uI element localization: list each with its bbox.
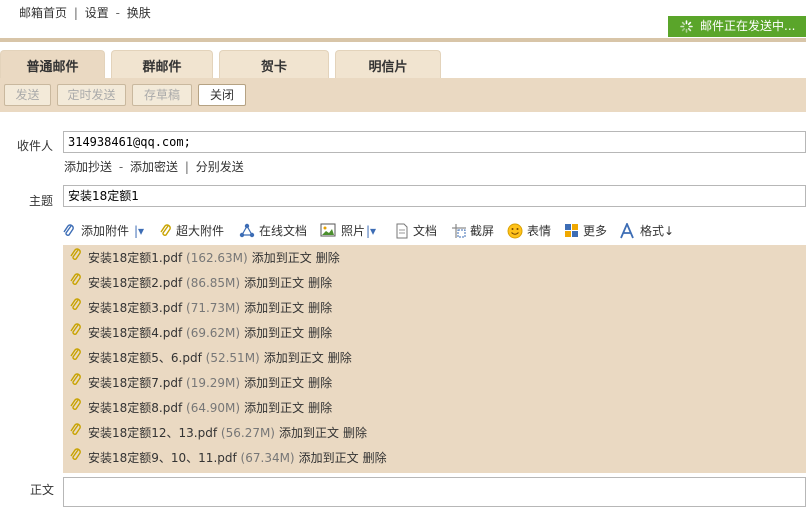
top-links: 邮箱首页 | 设置 - 换肤 [19,4,151,21]
attachment-name: 安装18定额1.pdf [88,251,183,265]
paperclip-icon [69,347,83,371]
dropdown-arrow-icon[interactable]: |▾ [134,220,144,242]
paperclip-icon [69,397,83,421]
close-button[interactable]: 关闭 [198,84,246,106]
delete-attachment-link[interactable]: 删除 [308,376,332,390]
document-icon [396,223,408,239]
add-to-body-link[interactable]: 添加到正文 [244,376,304,390]
paperclip-icon [63,224,74,236]
body-label: 正文 [30,483,55,497]
add-to-body-link[interactable]: 添加到正文 [279,426,339,440]
delete-attachment-link[interactable]: 删除 [316,251,340,265]
attachment-size: (19.29M) [186,376,241,390]
add-to-body-link[interactable]: 添加到正文 [244,301,304,315]
add-to-body-link[interactable]: 添加到正文 [244,276,304,290]
attachment-item: 安装18定额12、13.pdf (56.27M) 添加到正文 删除 [69,421,367,445]
settings-link[interactable]: 设置 [85,6,109,20]
scheduled-send-button[interactable]: 定时发送 [57,84,126,106]
delete-attachment-link[interactable]: 删除 [308,276,332,290]
recipient-input[interactable]: 314938461@qq.com; [63,131,806,153]
send-button[interactable]: 发送 [4,84,51,106]
dropdown-arrow-icon[interactable]: |▾ [366,220,376,242]
paperclip-icon [69,447,83,471]
add-cc-link[interactable]: 添加抄送 [64,160,112,174]
paperclip-icon [69,372,83,396]
skin-link[interactable]: 换肤 [127,6,151,20]
separate-send-link[interactable]: 分别发送 [196,160,244,174]
attachment-list: 安装18定额1.pdf (162.63M) 添加到正文 删除 安装18定额2.pdf … [63,245,806,473]
attachment-size: (162.63M) [186,251,248,265]
grid-icon [565,224,578,237]
delete-attachment-link[interactable]: 删除 [363,451,387,465]
delete-attachment-link[interactable]: 删除 [343,426,367,440]
sending-status-text: 邮件正在发送中... [700,19,796,33]
top-separator: | [73,6,78,20]
smiley-icon [507,223,523,239]
attachment-name: 安装18定额9、10、11.pdf [88,451,237,465]
loading-spinner-icon [680,20,693,33]
attachment-size: (56.27M) [220,426,275,440]
subject-label: 主题 [29,194,54,208]
paperclip-icon [69,322,83,346]
paperclip-icon [160,224,171,236]
attachment-size: (86.85M) [186,276,241,290]
compose-tabs: 普通邮件 群邮件 贺卡 明信片 [0,50,806,78]
add-to-body-link[interactable]: 添加到正文 [244,326,304,340]
add-to-body-link[interactable]: 添加到正文 [299,451,359,465]
save-draft-button[interactable]: 存草稿 [132,84,192,106]
attachment-name: 安装18定额5、6.pdf [88,351,202,365]
top-separator: - [115,6,120,20]
delete-attachment-link[interactable]: 删除 [328,351,352,365]
attachment-name: 安装18定额7.pdf [88,376,183,390]
attachment-item: 安装18定额9、10、11.pdf (67.34M) 添加到正文 删除 [69,446,387,470]
attachment-item: 安装18定额7.pdf (19.29M) 添加到正文 删除 [69,371,332,395]
attachment-name: 安装18定额4.pdf [88,326,183,340]
paperclip-icon [69,422,83,446]
subject-input[interactable]: 安装18定额1 [63,185,806,207]
attachment-item: 安装18定额4.pdf (69.62M) 添加到正文 删除 [69,321,332,345]
paperclip-icon [69,297,83,321]
attachment-size: (64.90M) [186,401,241,415]
mailbox-home-link[interactable]: 邮箱首页 [19,6,67,20]
tab-greeting-card[interactable]: 贺卡 [219,50,329,78]
attachment-name: 安装18定额8.pdf [88,401,183,415]
paperclip-icon [69,272,83,296]
attachment-item: 安装18定额8.pdf (64.90M) 添加到正文 删除 [69,396,332,420]
attachment-size: (67.34M) [240,451,295,465]
add-to-body-link[interactable]: 添加到正文 [244,401,304,415]
delete-attachment-link[interactable]: 删除 [308,301,332,315]
share-nodes-icon [239,223,255,238]
attachment-name: 安装18定额2.pdf [88,276,183,290]
attachment-item: 安装18定额3.pdf (71.73M) 添加到正文 删除 [69,296,332,320]
header-divider [0,38,806,42]
add-to-body-link[interactable]: 添加到正文 [252,251,312,265]
attachment-item: 安装18定额5、6.pdf (52.51M) 添加到正文 删除 [69,346,352,370]
compose-toolbar: 发送 定时发送 存草稿 关闭 [0,78,806,112]
paperclip-icon [69,247,83,271]
attachment-name: 安装18定额12、13.pdf [88,426,218,440]
delete-attachment-link[interactable]: 删除 [308,401,332,415]
attachment-item: 安装18定额1.pdf (162.63M) 添加到正文 删除 [69,246,340,270]
link-separator: - [118,160,124,174]
add-bcc-link[interactable]: 添加密送 [130,160,178,174]
attachment-size: (71.73M) [186,301,241,315]
photo-icon [320,223,336,237]
attachment-item: 安装18定额2.pdf (86.85M) 添加到正文 删除 [69,271,332,295]
attachment-name: 安装18定额3.pdf [88,301,183,315]
attachment-size: (69.62M) [186,326,241,340]
link-separator: | [184,160,189,174]
body-editor[interactable] [63,477,806,507]
recipient-options: 添加抄送 - 添加密送 | 分别发送 [64,158,244,175]
tab-group-mail[interactable]: 群邮件 [111,50,213,78]
top-bar: 邮箱首页 | 设置 - 换肤 邮件正在发送中... [0,0,806,38]
add-to-body-link[interactable]: 添加到正文 [264,351,324,365]
font-format-icon [620,223,634,239]
tab-normal-mail[interactable]: 普通邮件 [0,50,105,78]
scissors-icon [452,224,466,238]
attachment-size: (52.51M) [205,351,260,365]
recipient-label: 收件人 [17,139,54,153]
delete-attachment-link[interactable]: 删除 [308,326,332,340]
sending-status-badge: 邮件正在发送中... [668,16,806,37]
tab-postcard[interactable]: 明信片 [335,50,441,78]
